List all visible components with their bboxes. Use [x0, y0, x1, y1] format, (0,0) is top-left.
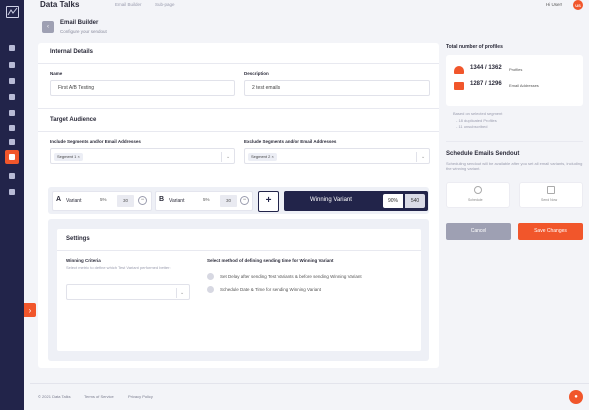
- profiles-title: Total number of profiles: [446, 44, 503, 50]
- chevron-down-icon[interactable]: ⌄: [180, 290, 184, 296]
- mail-icon: [454, 82, 464, 90]
- chat-icon[interactable]: ●: [569, 390, 583, 404]
- divider: [38, 108, 439, 109]
- name-label: Name: [50, 71, 63, 76]
- back-button[interactable]: ‹: [42, 21, 54, 33]
- profiles-icon: [454, 66, 464, 74]
- winning-criteria-select[interactable]: ⌄: [66, 284, 190, 300]
- schedule-radio[interactable]: [207, 286, 214, 293]
- variant-a-count[interactable]: 30: [117, 195, 134, 207]
- description-label: Description: [244, 71, 269, 76]
- schedule-help: Scheduling sendout will be available aft…: [446, 161, 583, 171]
- page-subtitle: Configure your sendout: [60, 29, 107, 34]
- audience-icon[interactable]: [7, 76, 17, 86]
- sidebar: [0, 0, 24, 410]
- sidebar-expand-button[interactable]: ›: [24, 303, 36, 317]
- winning-variant-label: Winning Variant: [310, 197, 352, 203]
- delay-option-label[interactable]: Set Delay after sending Test Variants & …: [220, 274, 362, 279]
- divider: [38, 131, 439, 132]
- breadcrumb-subpage[interactable]: Sub-page: [155, 1, 175, 9]
- profiles-note-title: Based on selected segment: [453, 111, 503, 116]
- description-input[interactable]: [244, 80, 430, 96]
- select-separator: [221, 152, 222, 162]
- variant-a-percent: 5%: [100, 197, 107, 202]
- variant-a-letter: A: [56, 196, 62, 203]
- profiles-count: 1344 / 1362: [470, 65, 502, 71]
- schedule-title: Schedule Emails Sendout: [446, 151, 520, 157]
- chevron-down-icon[interactable]: ⌄: [421, 154, 425, 160]
- divider: [57, 250, 421, 251]
- footer-divider: [30, 383, 589, 384]
- variant-b-percent: 5%: [203, 197, 210, 202]
- page-title: Email Builder: [60, 20, 99, 26]
- settings-title: Settings: [66, 236, 90, 242]
- settings-icon[interactable]: [7, 187, 17, 197]
- footer-copyright: © 2021 Data Talks: [38, 394, 71, 399]
- delay-radio[interactable]: [207, 273, 214, 280]
- variant-a-minus-button[interactable]: −: [138, 196, 147, 205]
- profiles-card: [446, 55, 583, 106]
- include-segments-select[interactable]: Segment 1 × ⌄: [50, 148, 235, 164]
- internal-details-title: Internal Details: [50, 49, 94, 55]
- flow-icon[interactable]: [7, 123, 17, 133]
- add-variant-button[interactable]: +: [258, 191, 279, 212]
- chart-icon[interactable]: [7, 108, 17, 118]
- user-icon[interactable]: [7, 60, 17, 70]
- footer-privacy-link[interactable]: Privacy Policy: [128, 394, 153, 399]
- winning-variant-count: 540: [405, 194, 425, 208]
- send-mail-icon: [547, 186, 555, 194]
- profiles-note-duplicates: - 18 duplicated Profiles: [456, 118, 497, 123]
- emails-unit: Email Addresses: [509, 83, 539, 88]
- emails-count: 1287 / 1296: [470, 81, 502, 87]
- chevron-down-icon[interactable]: ⌄: [226, 154, 230, 160]
- send-now-label: Send Now: [541, 198, 558, 202]
- avatar[interactable]: US: [573, 0, 583, 10]
- variant-b-minus-button[interactable]: −: [240, 196, 249, 205]
- variant-b-count[interactable]: 30: [220, 195, 237, 207]
- divider: [38, 63, 439, 64]
- schedule-option-label[interactable]: Schedule Date & Time for sending Winning…: [220, 287, 321, 292]
- home-icon[interactable]: [7, 43, 17, 53]
- exclude-label: Exclude Segments and/or Email Addresses: [244, 139, 337, 144]
- exclude-segments-select[interactable]: Segment 2 × ⌄: [244, 148, 430, 164]
- email-builder-icon[interactable]: [5, 150, 19, 164]
- include-label: Include Segments and/or Email Addresses: [50, 139, 141, 144]
- user-greeting[interactable]: Hi User!: [546, 1, 562, 9]
- variant-b-label: Variant: [169, 198, 185, 204]
- sending-method-label: Select method of defining sending time f…: [207, 258, 334, 263]
- target-audience-title: Target Audience: [50, 117, 97, 123]
- save-changes-button[interactable]: Save Changes: [518, 223, 583, 240]
- clock-icon: [474, 186, 482, 194]
- people-icon[interactable]: [7, 92, 17, 102]
- segment-chip[interactable]: Segment 1 ×: [54, 153, 83, 161]
- brand-name: Data Talks: [40, 0, 80, 9]
- cancel-button[interactable]: Cancel: [446, 223, 511, 240]
- profiles-note-unsubscribed: - 11 unsubscribed: [456, 124, 488, 129]
- divider: [446, 141, 583, 142]
- shield-icon[interactable]: [7, 171, 17, 181]
- breadcrumb-email-builder[interactable]: Email Builder: [115, 1, 142, 9]
- select-separator: [416, 152, 417, 162]
- layout-icon[interactable]: [7, 137, 17, 147]
- variant-a-label: Variant: [66, 198, 82, 204]
- name-input[interactable]: [50, 80, 235, 96]
- footer-terms-link[interactable]: Terms of Service: [84, 394, 114, 399]
- logo-icon: [6, 6, 19, 18]
- winning-criteria-help: Select metric to define which Test Varia…: [66, 265, 171, 270]
- select-separator: [176, 288, 177, 298]
- winning-variant-percent: 90%: [383, 194, 403, 208]
- winning-criteria-label: Winning Criteria: [66, 258, 101, 263]
- segment-chip[interactable]: Segment 2 ×: [248, 153, 277, 161]
- profiles-unit: Profiles: [509, 67, 523, 72]
- schedule-label: Schedule: [468, 198, 483, 202]
- variant-b-letter: B: [159, 196, 165, 203]
